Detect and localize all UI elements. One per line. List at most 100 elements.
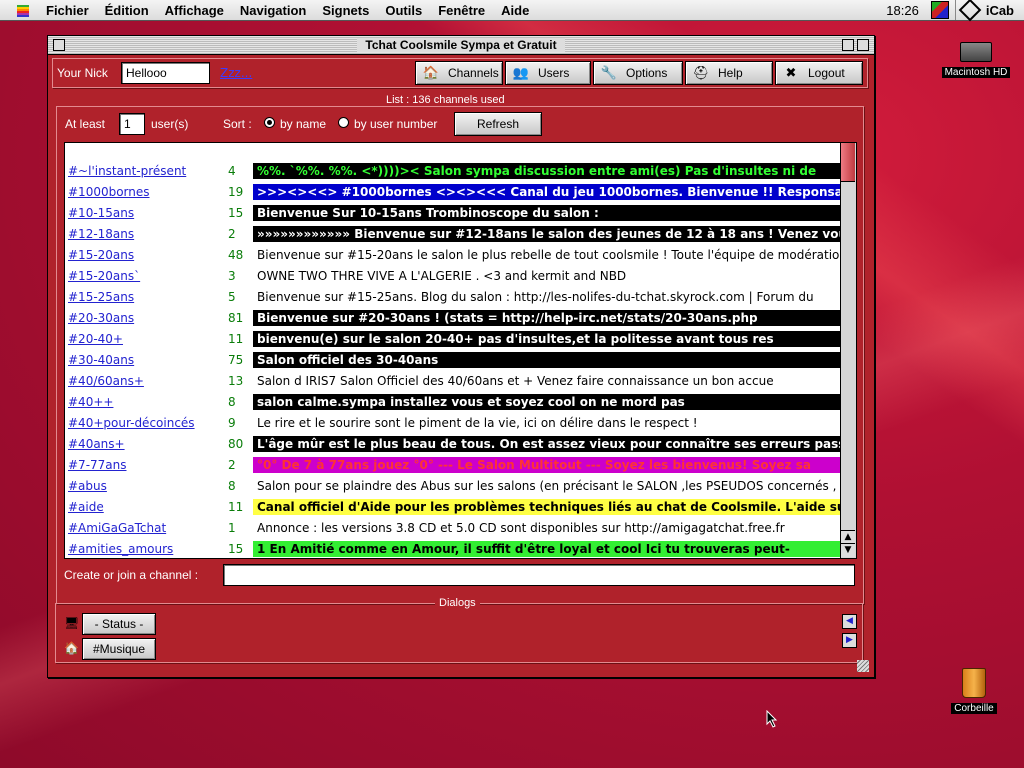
channel-list-scrollbar[interactable]: ▲ ▼ (840, 142, 857, 559)
channel-row[interactable]: #40ans+ 80 L'âge mûr est le plus beau de t… (65, 433, 842, 454)
trash-icon (962, 668, 986, 698)
channel-row[interactable]: #40+pour-décoincés 9 Le rire et le sourire… (65, 412, 842, 433)
channel-name-link[interactable]: #10-15ans (68, 206, 134, 220)
window-titlebar[interactable]: Tchat Coolsmile Sympa et Gratuit (48, 36, 874, 55)
menu-aide[interactable]: Aide (493, 3, 537, 18)
channel-row[interactable]: #20-40+ 11 bienvenu(e) sur le salon 20-40+… (65, 328, 842, 349)
channel-name-link[interactable]: #amities_amours (68, 542, 173, 556)
channel-row[interactable]: #15-25ans 5 Bienvenue sur #15-25ans. Blog … (65, 286, 842, 307)
channel-name-link[interactable]: #abus (68, 479, 107, 493)
help-button-label: Help (718, 66, 743, 80)
channel-user-count: 19 (228, 184, 244, 199)
channel-name-link[interactable]: #15-20ans` (68, 269, 140, 283)
users-icon: 👥 (512, 65, 530, 80)
channel-list[interactable]: #~l'instant-présent 4 %%. `%%. %%. <*))))>… (64, 142, 843, 559)
menu-edition[interactable]: Édition (97, 3, 157, 18)
channel-row[interactable]: #10-15ans 15 Bienvenue Sur 10-15ans Trombi… (65, 202, 842, 223)
application-menu[interactable]: iCab (954, 0, 1024, 22)
menu-fichier[interactable]: Fichier (38, 3, 97, 18)
resize-grip-icon[interactable] (857, 660, 869, 672)
refresh-button[interactable]: Refresh (454, 112, 542, 136)
menu-signets[interactable]: Signets (314, 3, 377, 18)
channel-name-link[interactable]: #30-40ans (68, 353, 134, 367)
zoom-box-icon[interactable] (842, 39, 854, 51)
channel-row[interactable]: #40/60ans+ 13 Salon d IRIS7 Salon Officiel… (65, 370, 842, 391)
channel-name-link[interactable]: #aide (68, 500, 104, 514)
channel-topic-text: %%. `%%. %%. <*))))>< Salon sympa discus… (257, 163, 817, 178)
channel-name-link[interactable]: #7-77ans (68, 458, 127, 472)
users-button[interactable]: 👥 Users (505, 61, 591, 85)
channel-topic-text: Salon officiel des 30-40ans (257, 352, 439, 367)
channel-list-title: List : 136 channels used (382, 94, 509, 106)
channel-name-link[interactable]: #40/60ans+ (68, 374, 144, 388)
channel-name-link[interactable]: #40ans+ (68, 437, 125, 451)
channel-row[interactable]: #15-20ans 48 Bienvenue sur #15-20ans le sa… (65, 244, 842, 265)
dialogs-prev-arrow-icon[interactable]: ◀ (842, 614, 857, 629)
away-link[interactable]: Zzz... (220, 66, 252, 80)
channel-name-link[interactable]: #15-25ans (68, 290, 134, 304)
dialog-status-button[interactable]: - Status - (82, 613, 156, 635)
channel-name-link[interactable]: #12-18ans (68, 227, 134, 241)
logout-button-label: Logout (808, 66, 845, 80)
scroll-up-arrow-icon[interactable]: ▲ (841, 530, 855, 544)
sort-by-user-label: by user number (354, 117, 438, 131)
channel-user-count: 15 (228, 541, 244, 556)
logout-button[interactable]: ✖ Logout (775, 61, 863, 85)
channel-row[interactable]: #30-40ans 75 Salon officiel des 30-40ans (65, 349, 842, 370)
channel-topic: Annonce : les versions 3.8 CD et 5.0 CD … (253, 519, 842, 536)
channel-name-link[interactable]: #20-40+ (68, 332, 123, 346)
channel-name-link[interactable]: #1000bornes (68, 185, 150, 199)
channel-name-link[interactable]: #AmiGaGaTchat (68, 521, 166, 535)
channel-row[interactable]: #15-20ans` 3 OWNE TWO THRE VIVE A L'ALGERI… (65, 265, 842, 286)
channel-row[interactable]: #~l'instant-présent 4 %%. `%%. %%. <*))))>… (65, 160, 842, 181)
channel-name-link[interactable]: #40++ (68, 395, 113, 409)
logout-icon: ✖ (785, 65, 797, 80)
collapse-box-icon[interactable] (857, 39, 869, 51)
channel-name-link[interactable]: #~l'instant-présent (68, 164, 186, 178)
menu-navigation[interactable]: Navigation (232, 3, 314, 18)
channel-row[interactable]: #aide 11 Canal officiel d'Aide pour les pr… (65, 496, 842, 517)
channel-topic: »»»»»»»»»»»» Bienvenue sur #12-18ans le … (253, 225, 842, 242)
menu-outils[interactable]: Outils (377, 3, 430, 18)
channel-name-link[interactable]: #20-30ans (68, 311, 134, 325)
channel-topic-text: Annonce : les versions 3.8 CD et 5.0 CD … (257, 520, 785, 535)
channel-row[interactable]: #7-77ans 2 °0° De 7 à 77ans jouez °0° --- … (65, 454, 842, 475)
channel-topic: °0° De 7 à 77ans jouez °0° --- Le Salon … (253, 456, 842, 473)
nick-input[interactable] (121, 62, 210, 84)
channel-row[interactable]: #40++ 8 salon calme.sympa installez vous e… (65, 391, 842, 412)
sort-by-name-label: by name (280, 117, 327, 131)
scroll-down-arrow-icon[interactable]: ▼ (841, 543, 855, 557)
channel-topic: %%. `%%. %%. <*))))>< Salon sympa discus… (253, 162, 842, 179)
channel-name-link[interactable]: #40+pour-décoincés (68, 416, 195, 430)
channel-user-count: 1 (228, 520, 236, 535)
channels-button[interactable]: 🏠 Channels (415, 61, 503, 85)
channel-user-count: 13 (228, 373, 244, 388)
channel-name-link[interactable]: #15-20ans (68, 248, 134, 262)
macintosh-hd-desktop-icon[interactable]: Macintosh HD (940, 42, 1012, 78)
help-button[interactable]: ⛑ Help (685, 61, 773, 85)
channel-topic-text: Bienvenue sur #20-30ans ! (stats = http:… (257, 310, 758, 325)
channel-user-count: 15 (228, 205, 244, 220)
options-button[interactable]: 🔧 Options (593, 61, 683, 85)
sort-by-name-radio[interactable] (264, 117, 275, 128)
application-switcher-icon[interactable] (930, 1, 949, 19)
channel-row[interactable]: #amities_amours 15 1 En Amitié comme en Am… (65, 538, 842, 558)
create-channel-input[interactable] (223, 564, 855, 586)
channel-row[interactable]: #abus 8 Salon pour se plaindre des Abus su… (65, 475, 842, 496)
sort-by-user-radio[interactable] (338, 117, 349, 128)
apple-menu-icon[interactable] (14, 3, 32, 17)
channel-user-count: 2 (228, 226, 236, 241)
dialogs-next-arrow-icon[interactable]: ▶ (842, 633, 857, 648)
trash-desktop-icon[interactable]: Corbeille (948, 668, 1000, 714)
scrollbar-thumb[interactable] (841, 143, 855, 182)
channel-row[interactable]: #12-18ans 2 »»»»»»»»»»»» Bienvenue sur #12… (65, 223, 842, 244)
menu-fenetre[interactable]: Fenêtre (430, 3, 493, 18)
min-users-input[interactable] (119, 113, 145, 135)
dialog-musique-button[interactable]: #Musique (82, 638, 156, 660)
channel-row[interactable]: #AmiGaGaTchat 1 Annonce : les versions 3.8… (65, 517, 842, 538)
close-box-icon[interactable] (53, 39, 65, 51)
menu-affichage[interactable]: Affichage (157, 3, 232, 18)
channel-row[interactable]: #20-30ans 81 Bienvenue sur #20-30ans ! (st… (65, 307, 842, 328)
channel-topic: salon calme.sympa installez vous et soye… (253, 393, 842, 410)
channel-row[interactable]: #1000bornes 19 >>><><<> #1000bornes <><><<… (65, 181, 842, 202)
